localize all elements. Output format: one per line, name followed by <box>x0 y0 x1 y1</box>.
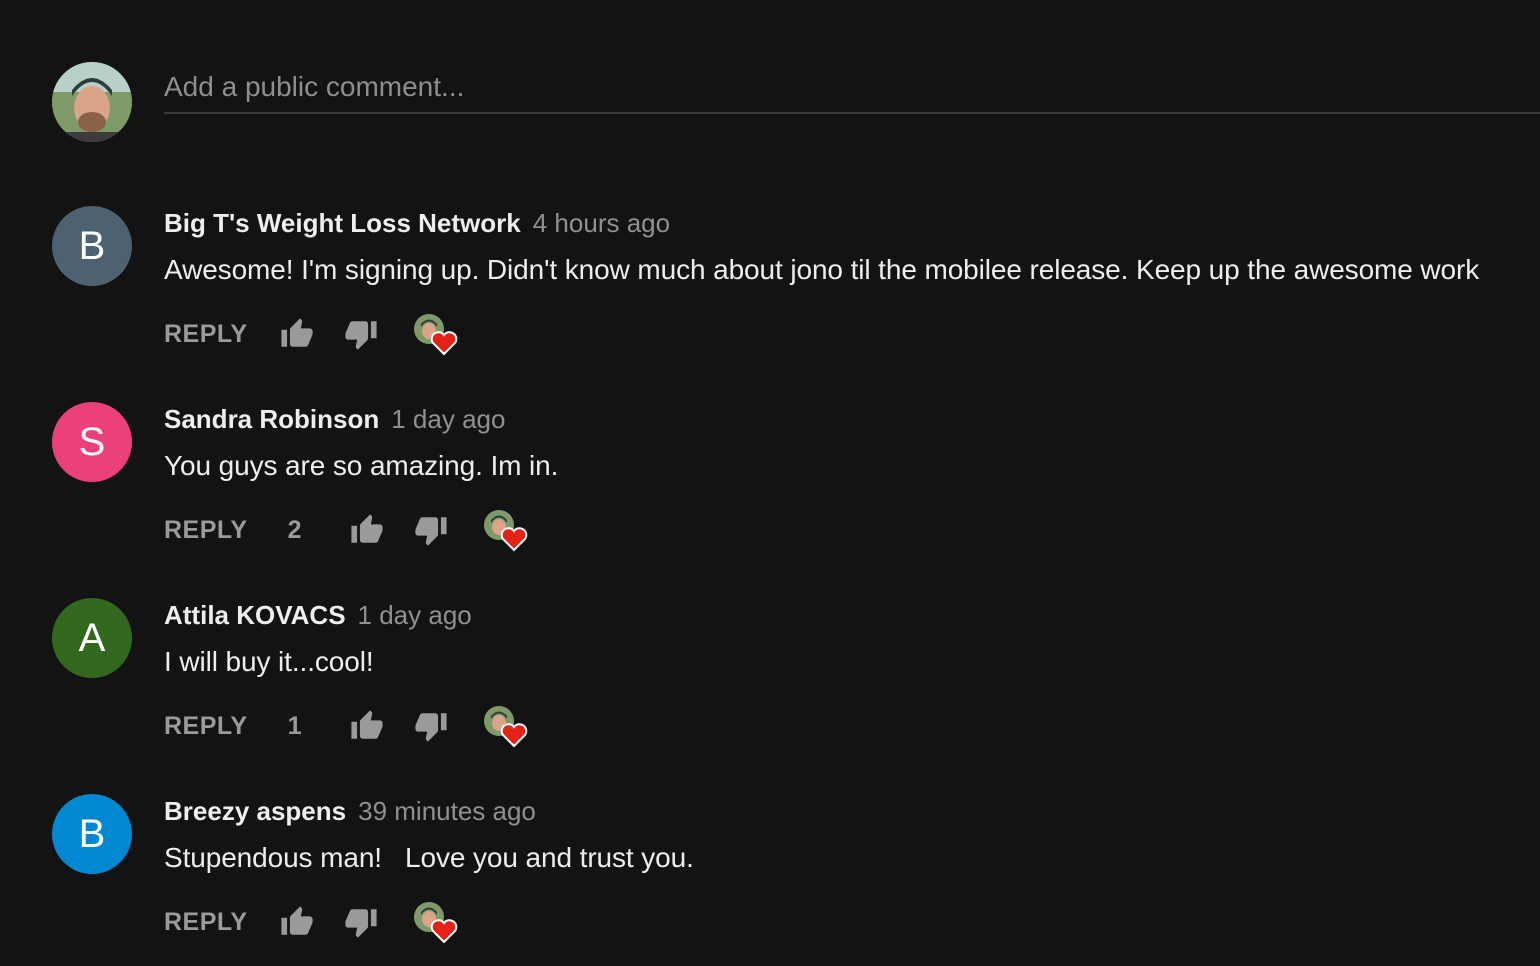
heart-icon <box>500 722 528 748</box>
comment-actions: REPLY 1 <box>164 706 530 748</box>
author-name[interactable]: Breezy aspens <box>164 796 346 826</box>
comment-timestamp[interactable]: 1 day ago <box>391 404 505 434</box>
comment-timestamp[interactable]: 4 hours ago <box>533 208 670 238</box>
author-avatar[interactable]: A <box>52 598 132 678</box>
author-avatar[interactable]: S <box>52 402 132 482</box>
comment-header: Attila KOVACS 1 day ago <box>164 600 472 631</box>
comment-text: Stupendous man! Love you and trust you. <box>164 842 694 873</box>
comment-text: You guys are so amazing. Im in. <box>164 450 559 481</box>
comment-item: S Sandra Robinson 1 day ago You guys are … <box>52 402 1532 572</box>
comments-section: B Big T's Weight Loss Network 4 hours ago… <box>0 0 1540 966</box>
heart-icon <box>500 526 528 552</box>
author-avatar[interactable]: B <box>52 794 132 874</box>
comment-actions: REPLY 2 <box>164 510 530 552</box>
thumbs-down-icon[interactable] <box>414 709 448 743</box>
comment-text: I will buy it...cool! <box>164 646 374 677</box>
comment-composer <box>52 62 1540 142</box>
heart-icon <box>430 330 458 356</box>
author-name[interactable]: Attila KOVACS <box>164 600 346 630</box>
comment-input[interactable] <box>164 62 1540 114</box>
creator-heart-badge <box>483 510 530 552</box>
creator-heart-badge <box>413 902 460 944</box>
thumbs-down-icon[interactable] <box>414 513 448 547</box>
author-name[interactable]: Sandra Robinson <box>164 404 379 434</box>
current-user-avatar[interactable] <box>52 62 132 142</box>
like-count: 1 <box>287 711 302 740</box>
heart-icon <box>430 918 458 944</box>
like-count: 2 <box>287 515 302 544</box>
comment-item: B Breezy aspens 39 minutes ago Stupendous… <box>52 794 1532 964</box>
thumbs-up-icon[interactable] <box>350 513 384 547</box>
thumbs-down-icon[interactable] <box>344 317 378 351</box>
user-photo-icon <box>52 62 132 142</box>
comment-item: B Big T's Weight Loss Network 4 hours ago… <box>52 206 1532 376</box>
comment-actions: REPLY <box>164 314 460 356</box>
comment-timestamp[interactable]: 39 minutes ago <box>358 796 536 826</box>
reply-button[interactable]: REPLY <box>164 712 248 741</box>
reply-button[interactable]: REPLY <box>164 516 248 545</box>
author-avatar[interactable]: B <box>52 206 132 286</box>
thumbs-down-icon[interactable] <box>344 905 378 939</box>
comment-actions: REPLY <box>164 902 460 944</box>
reply-button[interactable]: REPLY <box>164 908 248 937</box>
thumbs-up-icon[interactable] <box>350 709 384 743</box>
creator-heart-badge <box>413 314 460 356</box>
comment-header: Sandra Robinson 1 day ago <box>164 404 505 435</box>
comment-item: A Attila KOVACS 1 day ago I will buy it..… <box>52 598 1532 768</box>
comment-text: Awesome! I'm signing up. Didn't know muc… <box>164 254 1480 285</box>
reply-button[interactable]: REPLY <box>164 320 248 349</box>
comment-header: Big T's Weight Loss Network 4 hours ago <box>164 208 670 239</box>
creator-heart-badge <box>483 706 530 748</box>
thumbs-up-icon[interactable] <box>280 905 314 939</box>
thumbs-up-icon[interactable] <box>280 317 314 351</box>
comment-timestamp[interactable]: 1 day ago <box>358 600 472 630</box>
author-name[interactable]: Big T's Weight Loss Network <box>164 208 521 238</box>
comment-header: Breezy aspens 39 minutes ago <box>164 796 536 827</box>
